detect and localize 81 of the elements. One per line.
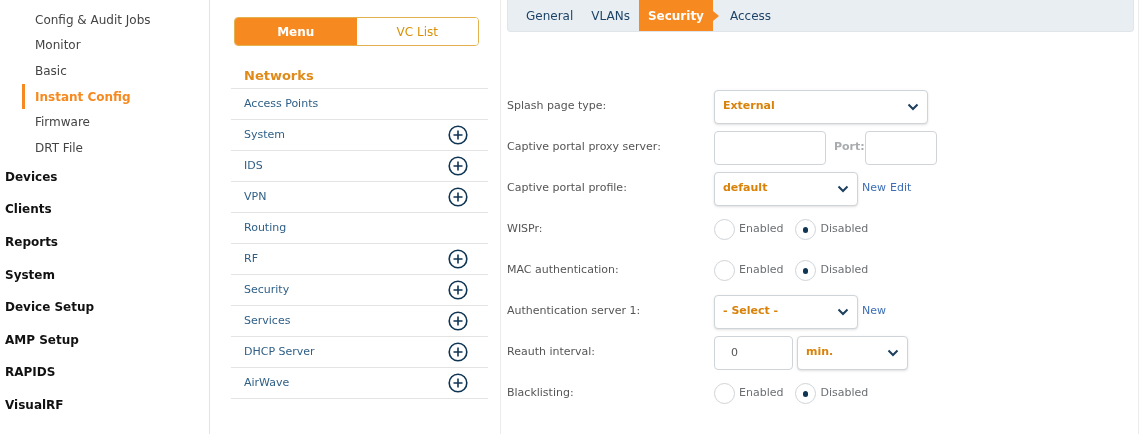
tab[interactable]: General (517, 0, 583, 31)
field-label: Authentication server 1: (507, 303, 642, 320)
radio-button[interactable] (795, 383, 817, 404)
sidebar-section[interactable]: Device Setup (0, 290, 209, 324)
radio-label: Enabled (739, 385, 784, 402)
menu-item-label: Security (244, 281, 290, 298)
menu-heading: Networks (244, 67, 315, 83)
chevron-down-icon (837, 184, 849, 193)
menu-item[interactable]: Security (231, 275, 488, 306)
sidebar-section[interactable]: Devices (0, 160, 209, 194)
menu-item[interactable]: DHCP Server (231, 337, 488, 368)
menu-item[interactable]: RF (231, 244, 488, 275)
radio-label: Disabled (820, 262, 869, 279)
menu-item-label: IDS (244, 157, 263, 174)
radio-button[interactable] (714, 260, 735, 281)
field-label: Splash page type: (507, 98, 608, 115)
menu-item-label: RF (244, 250, 258, 267)
menu-item-label: Routing (244, 219, 287, 236)
tab[interactable]: Access (720, 0, 781, 31)
field-label: WISPr: (507, 221, 544, 238)
menu-item-label: System (244, 126, 286, 143)
plus-circle-icon[interactable] (448, 249, 468, 269)
plus-circle-icon[interactable] (448, 187, 468, 207)
dropdown-value: External (723, 98, 775, 115)
sidebar-item[interactable]: DRT File (22, 134, 209, 161)
plus-circle-icon[interactable] (448, 125, 468, 145)
plus-circle-icon[interactable] (448, 311, 468, 331)
field-label: Captive portal proxy server: (507, 139, 662, 156)
plus-circle-icon[interactable] (448, 342, 468, 362)
menu-item[interactable]: Access Points (231, 89, 488, 120)
sidebar-item[interactable]: Config & Audit Jobs (22, 7, 209, 33)
sidebar-item[interactable]: Basic (22, 58, 209, 84)
sidebar-section[interactable]: AMP Setup (0, 323, 209, 357)
radio-button[interactable] (714, 219, 735, 240)
radio-label: Disabled (820, 385, 869, 402)
menu-item[interactable]: VPN (231, 182, 488, 213)
radio-label: Disabled (820, 221, 869, 238)
menu-item[interactable]: Routing (231, 213, 488, 244)
radio-label: Enabled (739, 262, 784, 279)
sidebar-item[interactable]: Monitor (22, 32, 209, 59)
plus-circle-icon[interactable] (448, 373, 468, 393)
dropdown-value: min. (806, 344, 834, 361)
input-field[interactable]: 0 (714, 335, 793, 370)
radio-label: Enabled (739, 221, 784, 238)
radio-button[interactable] (714, 383, 735, 404)
plus-circle-icon[interactable] (448, 280, 468, 300)
link[interactable]: New (862, 303, 886, 320)
plus-circle-icon[interactable] (448, 156, 468, 176)
link[interactable]: New (862, 180, 886, 197)
tab[interactable]: VLANs (582, 0, 639, 31)
field-label: Reauth interval: (507, 344, 597, 361)
menu-item[interactable]: System (231, 120, 488, 151)
field-label: Blacklisting: (507, 385, 575, 402)
chevron-down-icon (907, 102, 919, 111)
sidebar-section[interactable]: Reports (0, 225, 209, 259)
link[interactable]: Edit (890, 180, 912, 197)
field-label: Captive portal profile: (507, 180, 628, 197)
sidebar-item[interactable]: Firmware (22, 109, 209, 135)
radio-button[interactable] (795, 219, 817, 240)
sidebar-section[interactable]: VisualRF (0, 388, 209, 422)
menu-item[interactable]: Services (231, 306, 488, 337)
chevron-down-icon (837, 307, 849, 316)
input-field[interactable] (864, 130, 937, 165)
sidebar-section[interactable]: RAPIDS (0, 356, 209, 389)
menu-item-label: VPN (244, 188, 267, 205)
menu-item-label: Services (244, 312, 291, 329)
menu-item[interactable]: IDS (231, 151, 488, 182)
menu-item-label: Access Points (244, 95, 319, 112)
sidebar-section[interactable]: System (0, 258, 209, 291)
dropdown-value: - Select - (723, 303, 779, 320)
radio-button[interactable] (795, 260, 817, 281)
input-field[interactable] (714, 130, 826, 165)
menu-item[interactable]: AirWave (231, 368, 488, 399)
dropdown-value: default (723, 180, 768, 197)
field-label: MAC authentication: (507, 262, 620, 279)
sidebar-section[interactable]: Clients (0, 193, 209, 226)
tab-pointer-icon (712, 11, 719, 21)
menu-item-label: DHCP Server (244, 343, 315, 360)
menu-item-label: AirWave (244, 374, 290, 391)
port-label: Port: (834, 139, 865, 156)
chevron-down-icon (887, 348, 899, 357)
